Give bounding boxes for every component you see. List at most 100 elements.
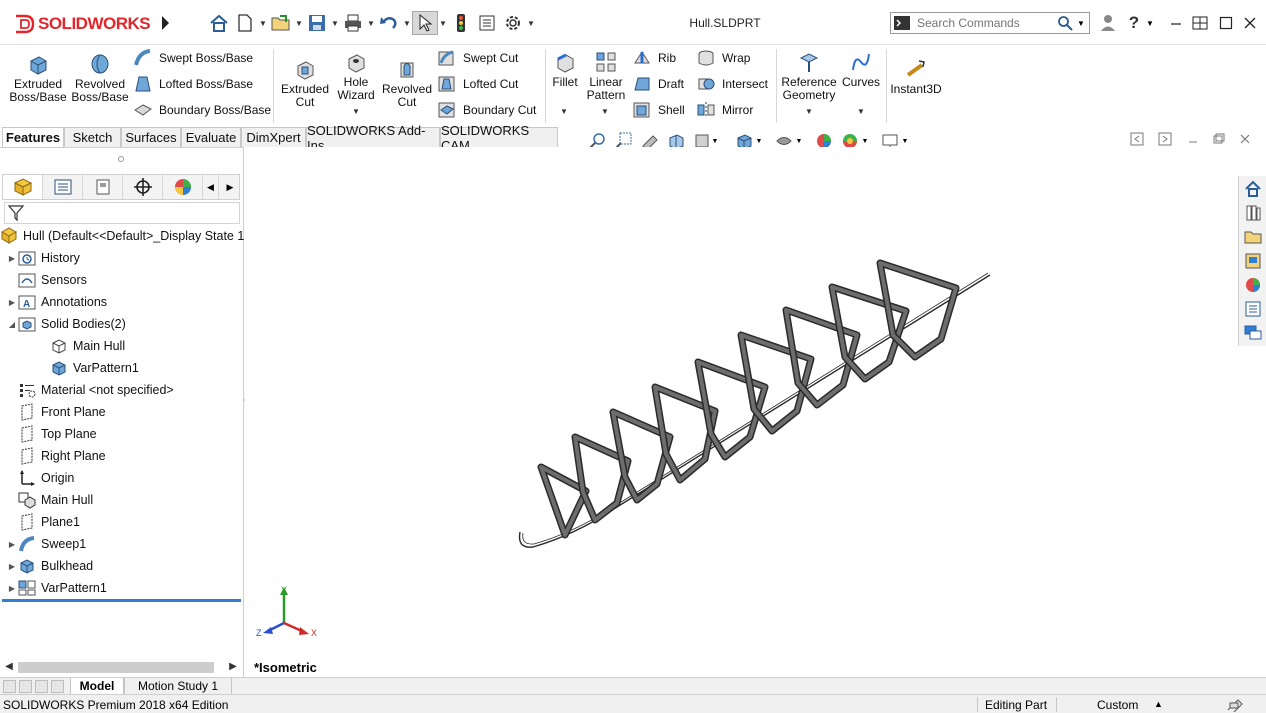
tab-solidworks-add-ins[interactable]: SOLIDWORKS Add-Ins bbox=[306, 123, 440, 153]
tab-evaluate[interactable]: Evaluate bbox=[181, 127, 241, 147]
custom-properties-icon[interactable] bbox=[1242, 298, 1264, 320]
wrap-button[interactable]: Wrap bbox=[696, 48, 750, 68]
configurationmanager-tab-icon[interactable] bbox=[83, 175, 123, 199]
select-arrow-icon[interactable] bbox=[412, 11, 438, 35]
first-tab-arrow-icon[interactable] bbox=[3, 680, 16, 693]
reference-geometry-button[interactable]: Reference Geometry bbox=[780, 50, 838, 102]
curves-button[interactable]: Curves bbox=[840, 50, 882, 89]
maximize-icon[interactable] bbox=[1216, 12, 1236, 34]
tab-surfaces[interactable]: Surfaces bbox=[121, 127, 181, 147]
units-caret-up-icon[interactable]: ▲ bbox=[1154, 699, 1163, 709]
fillet-button[interactable]: Fillet bbox=[549, 50, 581, 89]
boundary-cut-button[interactable]: Boundary Cut bbox=[437, 100, 536, 120]
search-input[interactable] bbox=[917, 14, 1057, 32]
expand-arrow-icon[interactable]: ▶ bbox=[6, 540, 18, 549]
draft-button[interactable]: Draft bbox=[632, 74, 684, 94]
boundary-boss-button[interactable]: Boundary Boss/Base bbox=[133, 100, 271, 120]
new-document-icon[interactable] bbox=[232, 11, 258, 35]
swept-cut-button[interactable]: Swept Cut bbox=[437, 48, 518, 68]
rollback-bar[interactable] bbox=[2, 599, 241, 602]
select-dropdown-caret[interactable]: ▼ bbox=[438, 11, 448, 35]
tree-item[interactable]: ▶ A Annotations bbox=[0, 292, 242, 312]
expand-menu-arrow[interactable] bbox=[160, 11, 170, 35]
expand-arrow-icon[interactable]: ▶ bbox=[6, 298, 18, 307]
lofted-boss-button[interactable]: Lofted Boss/Base bbox=[133, 74, 253, 94]
tree-item[interactable]: ▶ History bbox=[0, 248, 242, 268]
forum-icon[interactable] bbox=[1242, 322, 1264, 344]
reference-geometry-caret[interactable]: ▼ bbox=[805, 107, 813, 116]
rebuild-traffic-light-icon[interactable] bbox=[448, 11, 474, 35]
next-tab-arrow-icon[interactable] bbox=[35, 680, 48, 693]
mirror-button[interactable]: Mirror bbox=[696, 100, 753, 120]
tree-filter-bar[interactable] bbox=[4, 202, 240, 224]
tree-item[interactable]: ◢ Solid Bodies(2) bbox=[0, 314, 242, 334]
featuremanager-tab-icon[interactable] bbox=[3, 175, 43, 199]
file-explorer-icon[interactable] bbox=[1242, 226, 1264, 248]
appearances-scenes-icon[interactable] bbox=[1242, 274, 1264, 296]
solidworks-resources-icon[interactable] bbox=[1242, 178, 1264, 200]
revolved-boss-button[interactable]: Revolved Boss/Base bbox=[70, 52, 130, 104]
search-dropdown-caret[interactable]: ▼ bbox=[1077, 19, 1085, 28]
file-properties-icon[interactable] bbox=[474, 11, 500, 35]
tab-sketch[interactable]: Sketch bbox=[64, 127, 121, 147]
scroll-left-arrow-icon[interactable]: ◀ bbox=[2, 658, 16, 674]
search-icon[interactable] bbox=[1057, 15, 1073, 31]
design-library-icon[interactable] bbox=[1242, 202, 1264, 224]
curves-caret[interactable]: ▼ bbox=[857, 107, 865, 116]
dimxpertmanager-tab-icon[interactable] bbox=[123, 175, 163, 199]
status-units[interactable]: Custom bbox=[1097, 698, 1138, 712]
horizontal-scrollbar[interactable]: ◀ ▶ bbox=[2, 658, 242, 674]
propertymanager-tab-icon[interactable] bbox=[43, 175, 83, 199]
undo-icon[interactable] bbox=[376, 11, 402, 35]
print-icon[interactable] bbox=[340, 11, 366, 35]
graphics-area[interactable]: Y X Z *Isometric bbox=[245, 147, 1266, 677]
options-dropdown-caret[interactable]: ▼ bbox=[526, 11, 536, 35]
minimize-icon[interactable] bbox=[1166, 12, 1186, 34]
close-icon[interactable] bbox=[1240, 12, 1260, 34]
undo-dropdown-caret[interactable]: ▼ bbox=[402, 11, 412, 35]
tree-item[interactable]: Main Hull bbox=[0, 336, 242, 356]
filter-funnel-icon[interactable] bbox=[7, 204, 25, 222]
rebuild-status-icon[interactable] bbox=[1226, 698, 1244, 712]
hole-wizard-caret[interactable]: ▼ bbox=[352, 107, 360, 116]
tree-item[interactable]: Sensors bbox=[0, 270, 242, 290]
tree-root-part[interactable]: Hull (Default<<Default>_Display State 1 bbox=[0, 226, 244, 246]
view-palette-icon[interactable] bbox=[1242, 250, 1264, 272]
expand-arrow-icon[interactable]: ▶ bbox=[6, 254, 18, 263]
tree-item[interactable]: VarPattern1 bbox=[0, 358, 242, 378]
revolved-cut-button[interactable]: Revolved Cut bbox=[380, 57, 434, 109]
open-dropdown-caret[interactable]: ▼ bbox=[294, 11, 304, 35]
tree-item[interactable]: Main Hull bbox=[0, 490, 242, 510]
tree-item[interactable]: Right Plane bbox=[0, 446, 242, 466]
displaymanager-tab-icon[interactable] bbox=[163, 175, 203, 199]
hull-model-view[interactable] bbox=[245, 147, 1266, 677]
tree-item[interactable]: Plane1 bbox=[0, 512, 242, 532]
tree-item[interactable]: Material <not specified> bbox=[0, 380, 242, 400]
fillet-caret[interactable]: ▼ bbox=[560, 107, 568, 116]
bulkhead-pattern[interactable] bbox=[537, 259, 960, 539]
tab-model[interactable]: Model bbox=[70, 678, 124, 695]
user-account-icon[interactable] bbox=[1098, 12, 1118, 34]
solidworks-logo[interactable]: SOLIDWORKS bbox=[12, 8, 154, 40]
rib-button[interactable]: Rib bbox=[632, 48, 676, 68]
tree-item[interactable]: ▶ VarPattern1 bbox=[0, 578, 242, 598]
tab-features[interactable]: Features bbox=[2, 127, 64, 147]
new-dropdown-caret[interactable]: ▼ bbox=[258, 11, 268, 35]
tree-item[interactable]: ▶ Sweep1 bbox=[0, 534, 242, 554]
panel-grip[interactable] bbox=[118, 156, 124, 162]
search-commands-box[interactable]: ▼ bbox=[890, 12, 1090, 34]
save-dropdown-caret[interactable]: ▼ bbox=[330, 11, 340, 35]
print-dropdown-caret[interactable]: ▼ bbox=[366, 11, 376, 35]
lofted-cut-button[interactable]: Lofted Cut bbox=[437, 74, 518, 94]
help-icon[interactable]: ? bbox=[1124, 12, 1144, 34]
tree-item[interactable]: Front Plane bbox=[0, 402, 242, 422]
shell-button[interactable]: Shell bbox=[632, 100, 685, 120]
help-dropdown-caret[interactable]: ▼ bbox=[1144, 12, 1156, 34]
intersect-button[interactable]: Intersect bbox=[696, 74, 768, 94]
tabs-scroll-right-icon[interactable]: ▶ bbox=[221, 175, 239, 199]
hole-wizard-button[interactable]: Hole Wizard bbox=[334, 50, 378, 102]
prev-tab-arrow-icon[interactable] bbox=[19, 680, 32, 693]
open-folder-icon[interactable] bbox=[268, 11, 294, 35]
expand-arrow-icon[interactable]: ▶ bbox=[6, 584, 18, 593]
tree-item[interactable]: Top Plane bbox=[0, 424, 242, 444]
